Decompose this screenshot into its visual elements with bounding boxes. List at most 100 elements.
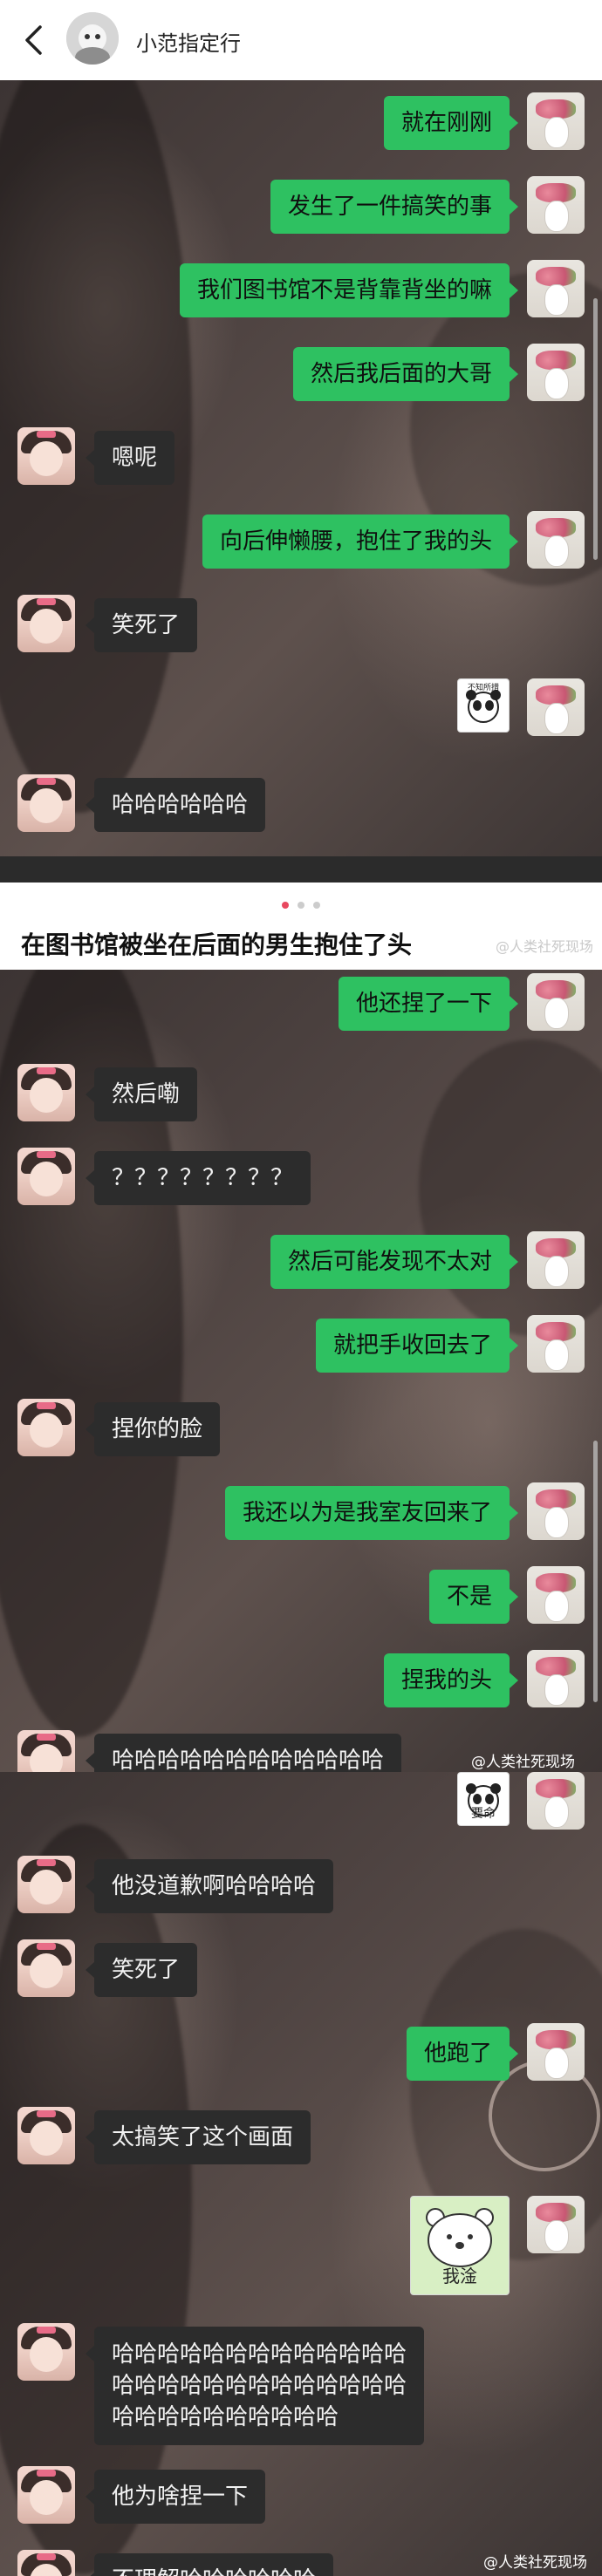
chat-header: 小范指定行 [0, 0, 602, 81]
friend-avatar[interactable] [17, 2107, 75, 2164]
message-bubble[interactable]: 哈哈哈哈哈哈 [85, 778, 266, 832]
sent-message: 就把手收回去了 [0, 1315, 602, 1378]
avatar-graphic [536, 2030, 576, 2049]
my-avatar[interactable] [527, 511, 585, 569]
message-bubble[interactable]: 就把手收回去了 [315, 1319, 519, 1373]
message-bubble[interactable]: 然后我后面的大哥 [292, 347, 519, 401]
avatar-graphic [536, 1573, 576, 1592]
avatar-graphic [37, 1734, 56, 1741]
message-bubble[interactable]: 捏我的头 [383, 1653, 519, 1707]
message-bubble[interactable]: 我们图书馆不是背靠背坐的嘛 [179, 263, 519, 317]
friend-avatar[interactable] [17, 1064, 75, 1121]
sticker-caption: 不知所措 [467, 684, 499, 692]
avatar-graphic [30, 2337, 63, 2372]
message-bubble[interactable]: 笑死了 [85, 598, 198, 652]
message-bubble[interactable]: 他为啥捏一下 [85, 2470, 266, 2524]
message-bubble[interactable]: 不是 [428, 1570, 519, 1624]
received-message: 笑死了 [0, 1939, 602, 2002]
my-avatar[interactable] [527, 973, 585, 1031]
my-avatar[interactable] [527, 2196, 585, 2253]
avatar-graphic [37, 1402, 56, 1409]
friend-avatar[interactable] [17, 1730, 75, 1772]
friend-avatar[interactable] [17, 2466, 75, 2524]
avatar-graphic [544, 1339, 569, 1371]
my-avatar[interactable] [527, 92, 585, 150]
watermark: @人类社死现场 [495, 938, 593, 955]
my-avatar[interactable] [527, 1566, 585, 1624]
message-bubble[interactable]: 向后伸懒腰，抱住了我的头 [202, 515, 519, 569]
my-avatar[interactable] [527, 176, 585, 234]
message-line: 哈哈哈哈哈哈哈哈哈哈哈哈哈 [112, 2373, 407, 2399]
avatar-graphic [544, 2048, 569, 2079]
friend-avatar[interactable] [17, 774, 75, 832]
message-bubble[interactable]: 不理解哈哈哈哈哈哈 [85, 2553, 334, 2576]
my-avatar[interactable] [527, 678, 585, 736]
bear-sticker[interactable]: 我淦 [410, 2196, 510, 2295]
pager-dot[interactable] [298, 902, 304, 909]
message-bubble[interactable]: 哈哈哈哈哈哈哈哈哈哈哈哈哈 哈哈哈哈哈哈哈哈哈哈哈哈哈 哈哈哈哈哈哈哈哈哈哈 [85, 2327, 425, 2445]
message-line: 哈哈哈哈哈哈哈哈哈哈哈哈哈 [112, 2341, 407, 2368]
avatar-graphic [536, 351, 576, 370]
my-avatar[interactable] [527, 260, 585, 317]
message-bubble[interactable]: 然后可能发现不太对 [270, 1235, 519, 1289]
avatar-graphic [37, 2327, 56, 2334]
panda-sticker[interactable]: 要命 [457, 1772, 510, 1826]
avatar-graphic [37, 2470, 56, 2477]
friend-avatar[interactable] [17, 1399, 75, 1456]
message-bubble[interactable]: 然后嘞 [85, 1067, 198, 1121]
sent-message: 他跑了 [0, 2023, 602, 2086]
message-bubble[interactable]: 笑死了 [85, 1943, 198, 1997]
chat-screenshot-3: 要命 他没道歉啊哈哈哈哈 笑死了 他跑了 太搞笑了这个画面 我淦 哈哈哈哈哈哈哈哈哈哈哈哈哈… [0, 1772, 602, 2576]
panda-sticker[interactable]: 不知所措 [457, 678, 510, 733]
avatar-graphic [30, 1162, 63, 1196]
message-bubble[interactable]: 他跑了 [406, 2027, 519, 2081]
avatar-graphic [536, 518, 576, 537]
friend-avatar[interactable] [17, 2323, 75, 2381]
avatar-graphic [536, 980, 576, 999]
avatar-graphic [30, 1413, 63, 1448]
my-avatar[interactable] [527, 2023, 585, 2081]
avatar-graphic [544, 201, 569, 232]
message-bubble[interactable]: 发生了一件搞笑的事 [270, 180, 519, 234]
message-bubble[interactable]: 他还捏了一下 [338, 977, 519, 1031]
sent-message: 我淦 [0, 2196, 602, 2295]
avatar-graphic [536, 2203, 576, 2222]
sent-message: 我还以为是我室友回来了 [0, 1482, 602, 1545]
my-avatar[interactable] [527, 1772, 585, 1830]
contact-name: 小范指定行 [136, 31, 241, 56]
message-bubble[interactable]: 哈哈哈哈哈哈哈哈哈哈哈哈 [85, 1734, 402, 1772]
sent-message: 要命 [0, 1772, 602, 1835]
avatar-graphic [37, 2553, 56, 2560]
friend-avatar[interactable] [17, 427, 75, 485]
friend-avatar[interactable] [17, 2550, 75, 2576]
contact-avatar[interactable] [66, 12, 119, 65]
message-bubble[interactable]: 就在刚刚 [383, 96, 519, 150]
my-avatar[interactable] [527, 1482, 585, 1540]
avatar-graphic [37, 431, 56, 438]
message-bubble[interactable]: 他没道歉啊哈哈哈哈 [85, 1859, 334, 1913]
avatar-graphic [536, 1322, 576, 1341]
message-bubble[interactable]: 我还以为是我室友回来了 [224, 1486, 519, 1540]
message-bubble[interactable]: ？？？？？？？？ [85, 1151, 311, 1205]
sent-message: 然后可能发现不太对 [0, 1231, 602, 1294]
friend-avatar[interactable] [17, 1148, 75, 1205]
message-bubble[interactable]: 嗯呢 [85, 431, 175, 485]
received-message: ？？？？？？？？ [0, 1148, 602, 1210]
avatar-graphic [37, 778, 56, 785]
pager-dot-active[interactable] [282, 902, 289, 909]
message-bubble[interactable]: 太搞笑了这个画面 [85, 2110, 311, 2164]
received-message: 他没道歉啊哈哈哈哈 [0, 1856, 602, 1918]
friend-avatar[interactable] [17, 595, 75, 652]
friend-avatar[interactable] [17, 1939, 75, 1997]
avatar-graphic [30, 1870, 63, 1905]
message-bubble[interactable]: 捏你的脸 [85, 1402, 221, 1456]
received-message: 嗯呢 [0, 427, 602, 490]
pager-dot[interactable] [313, 902, 320, 909]
chevron-left-icon[interactable] [23, 24, 45, 56]
friend-avatar[interactable] [17, 1856, 75, 1913]
my-avatar[interactable] [527, 344, 585, 401]
my-avatar[interactable] [527, 1650, 585, 1707]
my-avatar[interactable] [527, 1231, 585, 1289]
my-avatar[interactable] [527, 1315, 585, 1373]
message-line: 哈哈哈哈哈哈哈哈哈哈 [112, 2404, 339, 2430]
